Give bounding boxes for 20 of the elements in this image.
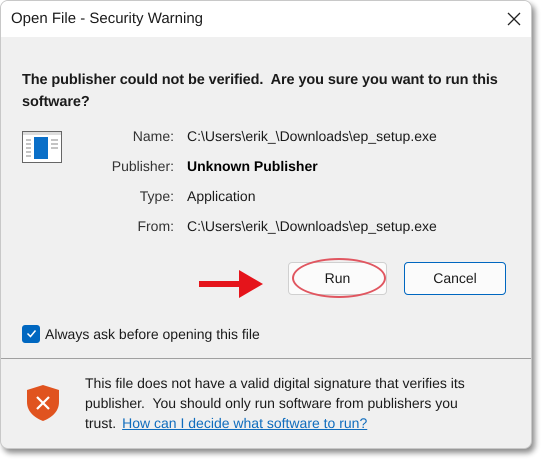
field-label: From:	[136, 216, 174, 236]
field-label: Publisher:	[110, 156, 174, 176]
field-value: Unknown Publisher	[187, 156, 319, 176]
application-icon	[22, 130, 62, 163]
field-value: C:\Users\erik_\Downloads\ep_setup.exe	[187, 216, 437, 236]
field-label: Type:	[138, 186, 174, 206]
shield-icon	[25, 384, 61, 422]
help-link[interactable]: How can I decide what software to run?	[122, 415, 368, 432]
checkbox[interactable]	[22, 324, 40, 343]
field-value: C:\Users\erik_\Downloads\ep_setup.exe	[187, 126, 437, 146]
dialog-button[interactable]: Cancel	[404, 262, 506, 295]
field-label: Name:	[132, 126, 174, 146]
field-value: Application	[187, 186, 256, 206]
dialog-button[interactable]: Run	[288, 262, 387, 295]
window-title: Open File - Security Warning	[11, 10, 204, 28]
check-icon	[26, 328, 36, 340]
warning-heading: The publisher could not be verified. Are you sure you want to run this software?	[22, 70, 499, 112]
checkbox-label: Always ask before opening this file	[45, 326, 260, 342]
warning-text: This file does not have a valid digital signature that verifies its publisher. You should only run software from publishers you trust. How can I decide what software to run?	[85, 374, 466, 434]
close-icon[interactable]	[507, 12, 521, 26]
